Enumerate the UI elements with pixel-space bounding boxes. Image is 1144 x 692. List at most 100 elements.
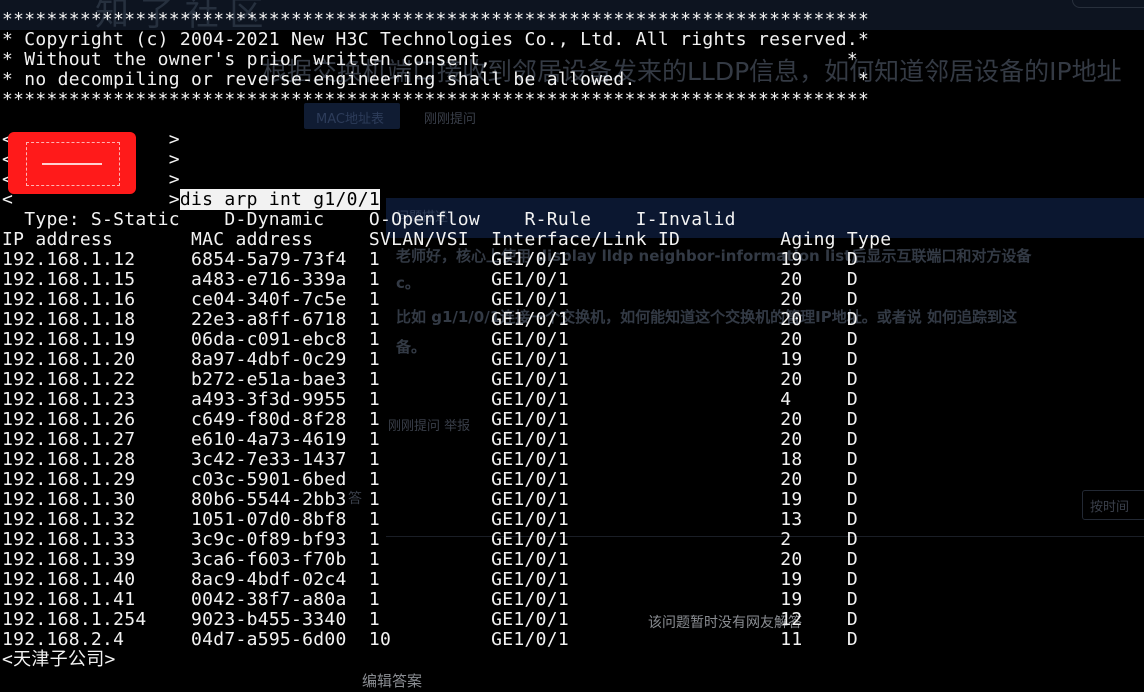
- arp-cell: 192.168.1.28: [2, 449, 191, 470]
- arp-table-row: 192.168.1.28 3c42-7e33-1437 1 GE1/0/1 18…: [2, 450, 891, 470]
- arp-table-row: 192.168.1.12 6854-5a79-73f4 1 GE1/0/1 19…: [2, 250, 891, 270]
- arp-cell: D: [846, 529, 859, 550]
- final-prompt: <天津子公司>: [2, 649, 116, 670]
- background-search-box: [1072, 0, 1144, 8]
- arp-table-row: 192.168.1.39 3ca6-f603-f70b 1 GE1/0/1 20…: [2, 550, 891, 570]
- arp-column-header: IP address: [2, 229, 191, 250]
- arp-table-row: 192.168.1.254 9023-b455-3340 1 GE1/0/1 1…: [2, 610, 891, 630]
- arp-cell: 1: [368, 369, 492, 390]
- arp-cell: 1: [368, 349, 492, 370]
- arp-cell: 192.168.1.30: [2, 489, 191, 510]
- arp-cell: 1: [368, 329, 492, 350]
- arp-cell: c03c-5901-6bed: [191, 469, 369, 490]
- arp-cell: 192.168.1.29: [2, 469, 191, 490]
- arp-cell: 192.168.1.32: [2, 509, 191, 530]
- arp-cell: GE1/0/1: [491, 609, 781, 630]
- arp-cell: D: [846, 569, 859, 590]
- arp-cell: 1: [368, 609, 492, 630]
- arp-cell: 192.168.1.18: [2, 309, 191, 330]
- arp-cell: 192.168.1.23: [2, 389, 191, 410]
- arp-cell: D: [846, 329, 859, 350]
- arp-table-row: 192.168.1.33 3c9c-0f89-bf93 1 GE1/0/1 2 …: [2, 530, 891, 550]
- arp-table-row: 192.168.1.18 22e3-a8ff-6718 1 GE1/0/1 20…: [2, 310, 891, 330]
- terminal-output[interactable]: ****************************************…: [2, 10, 891, 670]
- arp-cell: 1: [368, 549, 492, 570]
- arp-table-row: 192.168.1.41 0042-38f7-a80a 1 GE1/0/1 19…: [2, 590, 891, 610]
- arp-cell: GE1/0/1: [491, 249, 781, 270]
- arp-cell: GE1/0/1: [491, 349, 781, 370]
- arp-cell: 19: [780, 589, 847, 610]
- arp-table-row: 192.168.1.20 8a97-4dbf-0c29 1 GE1/0/1 19…: [2, 350, 891, 370]
- arp-cell: 1: [368, 429, 492, 450]
- arp-cell: 20: [780, 329, 847, 350]
- arp-cell: D: [846, 249, 859, 270]
- arp-cell: 19: [780, 489, 847, 510]
- arp-cell: 0042-38f7-a80a: [191, 589, 369, 610]
- arp-cell: GE1/0/1: [491, 469, 781, 490]
- arp-cell: 10: [368, 629, 492, 650]
- arp-table-row: 192.168.2.4 04d7-a595-6d00 10 GE1/0/1 11…: [2, 630, 891, 650]
- arp-cell: 20: [780, 549, 847, 570]
- arp-cell: 1: [368, 569, 492, 590]
- arp-cell: GE1/0/1: [491, 429, 781, 450]
- arp-column-header: Interface/Link ID: [491, 229, 781, 250]
- arp-cell: 1051-07d0-8bf8: [191, 509, 369, 530]
- banner-border-bottom: ****************************************…: [2, 89, 870, 110]
- arp-cell: 9023-b455-3340: [191, 609, 369, 630]
- arp-column-header: MAC address: [191, 229, 369, 250]
- arp-cell: 192.168.1.15: [2, 269, 191, 290]
- arp-cell: a493-3f3d-9955: [191, 389, 369, 410]
- arp-cell: 20: [780, 469, 847, 490]
- arp-cell: 12: [780, 609, 847, 630]
- banner-decompile-line: * no decompiling or reverse-engineering …: [2, 69, 870, 90]
- arp-cell: GE1/0/1: [491, 569, 781, 590]
- arp-cell: 19: [780, 349, 847, 370]
- arp-table-row: 192.168.1.40 8ac9-4bdf-02c4 1 GE1/0/1 19…: [2, 570, 891, 590]
- arp-cell: 80b6-5544-2bb3: [191, 489, 369, 510]
- arp-table-row: 192.168.1.32 1051-07d0-8bf8 1 GE1/0/1 13…: [2, 510, 891, 530]
- arp-cell: GE1/0/1: [491, 269, 781, 290]
- arp-cell: 1: [368, 269, 492, 290]
- arp-table-row: 192.168.1.29 c03c-5901-6bed 1 GE1/0/1 20…: [2, 470, 891, 490]
- arp-cell: D: [846, 349, 859, 370]
- arp-cell: 1: [368, 309, 492, 330]
- arp-cell: D: [846, 549, 859, 570]
- arp-cell: D: [846, 609, 859, 630]
- arp-cell: 192.168.1.26: [2, 409, 191, 430]
- arp-cell: 1: [368, 409, 492, 430]
- arp-cell: 192.168.1.254: [2, 609, 191, 630]
- arp-cell: D: [846, 309, 859, 330]
- arp-cell: D: [846, 509, 859, 530]
- selected-command: dis arp int g1/0/1: [179, 189, 380, 210]
- arp-cell: 13: [780, 509, 847, 530]
- arp-column-header: Aging: [780, 229, 847, 250]
- arp-table-header: IP address MAC address SVLAN/VSI Interfa…: [2, 230, 891, 250]
- arp-cell: 18: [780, 449, 847, 470]
- arp-cell: a483-e716-339a: [191, 269, 369, 290]
- arp-cell: GE1/0/1: [491, 589, 781, 610]
- arp-cell: 3c9c-0f89-bf93: [191, 529, 369, 550]
- arp-cell: 20: [780, 409, 847, 430]
- arp-cell: 20: [780, 309, 847, 330]
- arp-cell: D: [846, 489, 859, 510]
- arp-cell: GE1/0/1: [491, 509, 781, 530]
- banner-copyright-line: * Copyright (c) 2004-2021 New H3C Techno…: [2, 29, 870, 50]
- arp-table-row: 192.168.1.30 80b6-5544-2bb3 1 GE1/0/1 19…: [2, 490, 891, 510]
- command-line: < >dis arp int g1/0/1: [2, 189, 380, 210]
- arp-cell: 20: [780, 269, 847, 290]
- arp-cell: c649-f80d-8f28: [191, 409, 369, 430]
- arp-cell: 192.168.2.4: [2, 629, 191, 650]
- arp-cell: 20: [780, 429, 847, 450]
- arp-cell: D: [846, 629, 859, 650]
- arp-cell: 20: [780, 289, 847, 310]
- arp-cell: 1: [368, 449, 492, 470]
- arp-table-row: 192.168.1.22 b272-e51a-bae3 1 GE1/0/1 20…: [2, 370, 891, 390]
- arp-column-header: Type: [846, 229, 892, 250]
- arp-cell: 1: [368, 389, 492, 410]
- arp-table-row: 192.168.1.19 06da-c091-ebc8 1 GE1/0/1 20…: [2, 330, 891, 350]
- arp-cell: 192.168.1.22: [2, 369, 191, 390]
- arp-cell: D: [846, 589, 859, 610]
- arp-cell: D: [846, 429, 859, 450]
- arp-cell: 192.168.1.39: [2, 549, 191, 570]
- arp-cell: 192.168.1.33: [2, 529, 191, 550]
